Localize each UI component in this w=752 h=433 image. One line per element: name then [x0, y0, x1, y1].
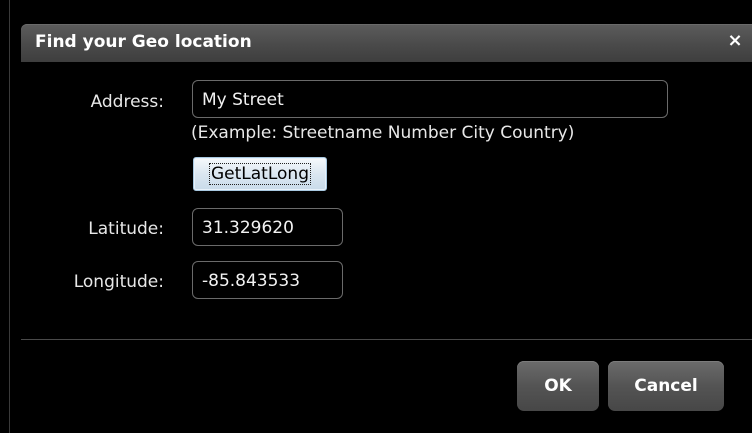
ok-button[interactable]: OK: [517, 361, 599, 411]
longitude-label: Longitude:: [73, 272, 164, 292]
dialog-title: Find your Geo location: [35, 32, 252, 52]
get-lat-long-button[interactable]: GetLatLong: [193, 157, 327, 191]
address-input[interactable]: My Street: [192, 80, 668, 118]
geo-location-dialog: Find your Geo location × Address: My Str…: [9, 0, 752, 433]
address-example-hint: (Example: Streetname Number City Country…: [191, 123, 575, 143]
footer-divider: [21, 339, 752, 340]
address-label: Address:: [90, 92, 164, 112]
latitude-label: Latitude:: [88, 219, 164, 239]
latitude-field[interactable]: 31.329620: [192, 208, 343, 246]
cancel-button[interactable]: Cancel: [608, 361, 724, 411]
longitude-field[interactable]: -85.843533: [192, 261, 343, 299]
close-icon[interactable]: ×: [725, 31, 745, 51]
dialog-titlebar[interactable]: Find your Geo location ×: [21, 24, 752, 62]
get-lat-long-button-label: GetLatLong: [209, 163, 311, 185]
